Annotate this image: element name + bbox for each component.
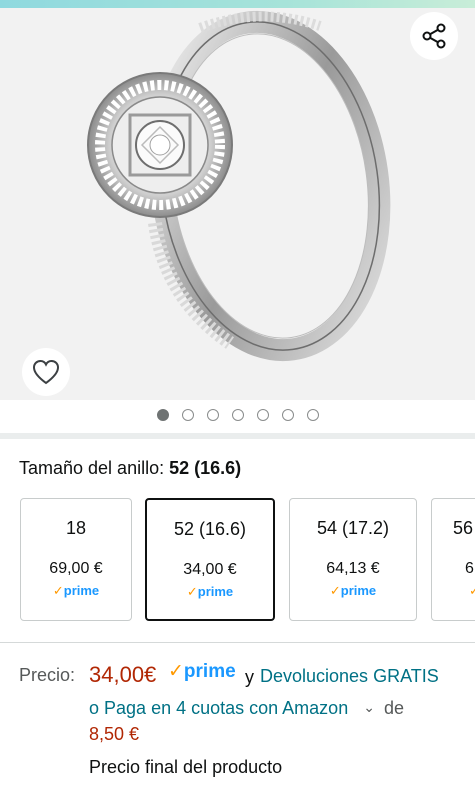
- installments-amount: 8,50 €: [89, 724, 140, 744]
- size-options: 18 69,00 € ✓prime 52 (16.6) 34,00 € ✓pri…: [20, 498, 475, 622]
- price-value: 34,00€: [89, 662, 157, 687]
- installments-prefix: o: [89, 698, 100, 718]
- size-selected-value: 52 (16.6): [169, 458, 242, 478]
- connector-text: y: [245, 667, 254, 687]
- carousel-dot[interactable]: [181, 409, 194, 421]
- size-option-price: 69,00 €: [49, 560, 103, 577]
- product-image-gallery[interactable]: [0, 8, 475, 400]
- size-option-price: 6: [465, 560, 474, 577]
- add-to-wishlist-button[interactable]: [22, 348, 70, 396]
- prime-check-icon: ✓: [186, 584, 198, 599]
- prime-badge: ✓: [469, 583, 475, 599]
- carousel-dot[interactable]: [256, 409, 269, 421]
- carousel-dot[interactable]: [281, 409, 294, 421]
- installments-de: de: [383, 698, 404, 718]
- prime-badge: ✓prime: [168, 661, 236, 682]
- prime-badge: ✓prime: [329, 583, 377, 598]
- carousel-indicator[interactable]: [0, 405, 475, 425]
- prime-badge: ✓prime: [52, 583, 100, 598]
- carousel-dot[interactable]: [306, 409, 319, 421]
- top-accent-strip: [0, 0, 475, 8]
- carousel-dot[interactable]: [156, 409, 169, 421]
- section-divider: [0, 433, 475, 439]
- size-option-label: 56: [453, 518, 474, 538]
- price-row: Precio: 34,00€ ✓prime y Devoluciones GRA…: [19, 660, 475, 690]
- size-option-56[interactable]: 56 6 ✓: [431, 498, 475, 621]
- section-divider: [0, 642, 475, 643]
- chevron-down-icon[interactable]: ⌄: [363, 699, 375, 716]
- share-button[interactable]: [410, 12, 458, 60]
- heart-outline-icon: [32, 359, 60, 385]
- installments-link[interactable]: Paga en 4 cuotas con Amazon: [104, 698, 348, 718]
- final-price-note: Precio final del producto: [89, 757, 283, 777]
- size-selector-label: Tamaño del anillo:: [19, 458, 165, 478]
- size-option-18[interactable]: 18 69,00 € ✓prime: [20, 498, 132, 621]
- prime-check-icon: ✓: [329, 583, 341, 598]
- share-icon: [422, 23, 446, 49]
- prime-check-icon: ✓: [52, 583, 64, 598]
- price-label: Precio:: [19, 665, 76, 685]
- size-option-label: 54 (17.2): [316, 518, 390, 538]
- product-image: [87, 10, 391, 362]
- carousel-dot[interactable]: [231, 409, 244, 421]
- prime-check-icon: ✓: [469, 583, 475, 598]
- prime-badge: ✓prime: [186, 584, 234, 599]
- size-option-label: 52 (16.6): [173, 519, 247, 539]
- size-selector-title: Tamaño del anillo: 52 (16.6): [19, 458, 241, 479]
- size-option-price: 34,00 €: [183, 561, 237, 578]
- prime-check-icon: ✓: [168, 661, 184, 682]
- installments-row: o Paga en 4 cuotas con Amazon ⌄ de: [89, 698, 404, 722]
- size-option-54[interactable]: 54 (17.2) 64,13 € ✓prime: [289, 498, 417, 621]
- carousel-dot[interactable]: [206, 409, 219, 421]
- free-returns-link[interactable]: Devoluciones GRATIS: [260, 666, 439, 687]
- size-option-52[interactable]: 52 (16.6) 34,00 € ✓prime: [145, 498, 275, 621]
- size-option-label: 18: [65, 518, 87, 538]
- size-option-price: 64,13 €: [326, 560, 380, 577]
